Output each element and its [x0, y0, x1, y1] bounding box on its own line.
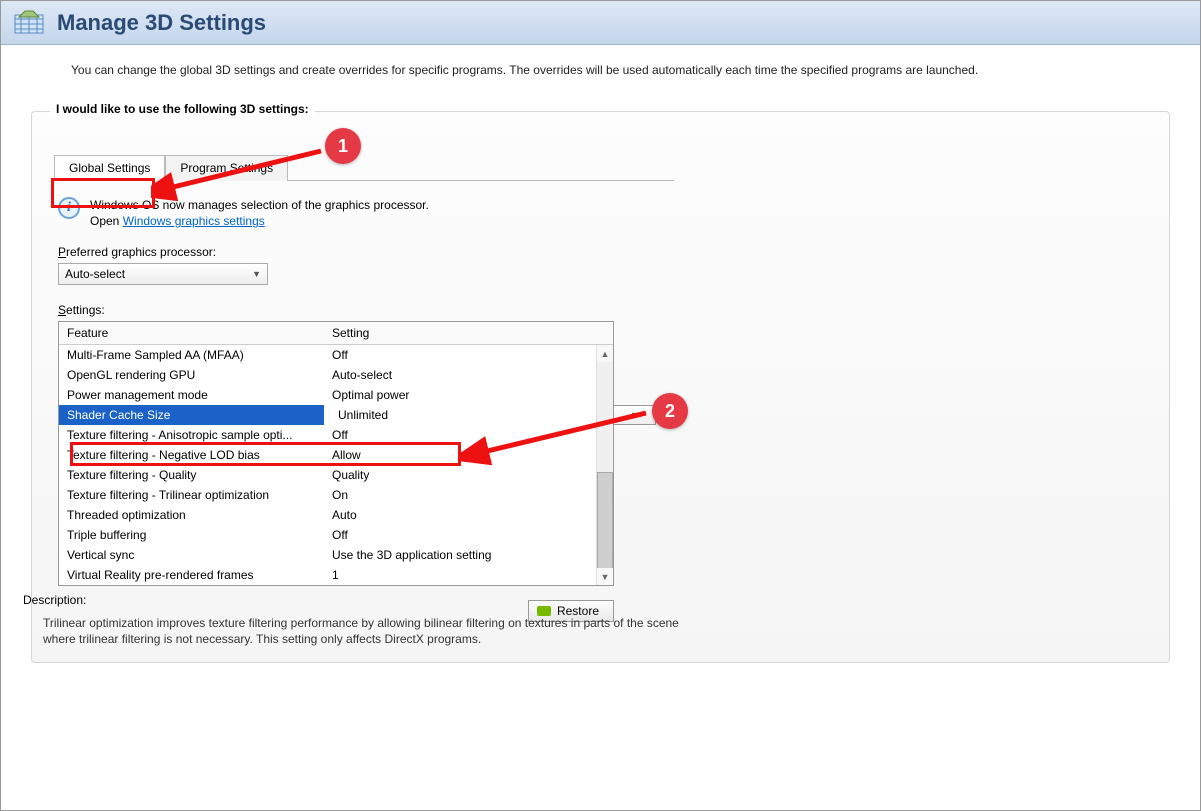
info-text: Windows OS now manages selection of the … — [90, 197, 429, 229]
tabpanel-global: i Windows OS now manages selection of th… — [54, 181, 674, 638]
feature-cell: Texture filtering - Quality — [59, 468, 324, 482]
feature-cell: Texture filtering - Trilinear optimizati… — [59, 488, 324, 502]
settings-row[interactable]: Texture filtering - Anisotropic sample o… — [59, 425, 613, 445]
tab-global-settings[interactable]: Global Settings — [54, 155, 165, 181]
scroll-thumb[interactable] — [597, 472, 613, 582]
feature-cell: Triple buffering — [59, 528, 324, 542]
chevron-down-icon: ▼ — [252, 269, 261, 279]
settings-row[interactable]: Triple bufferingOff — [59, 525, 613, 545]
annotation-badge-1: 1 — [325, 128, 361, 164]
settings-listbox[interactable]: Feature Setting Multi-Frame Sampled AA (… — [58, 321, 614, 586]
setting-cell[interactable]: 1 — [324, 568, 613, 582]
scroll-down-arrow-icon[interactable]: ▼ — [597, 568, 613, 585]
description-text: Trilinear optimization improves texture … — [23, 615, 703, 647]
feature-cell: Vertical sync — [59, 548, 324, 562]
info-line1: Windows OS now manages selection of the … — [90, 198, 429, 212]
setting-cell[interactable]: Unlimited — [324, 405, 613, 425]
tabs-bar: Global Settings Program Settings — [54, 154, 674, 181]
feature-cell: Texture filtering - Anisotropic sample o… — [59, 428, 324, 442]
setting-cell[interactable]: Use the 3D application setting — [324, 548, 613, 562]
settings-row[interactable]: Texture filtering - QualityQuality — [59, 465, 613, 485]
settings-row[interactable]: OpenGL rendering GPUAuto-select — [59, 365, 613, 385]
titlebar: Manage 3D Settings — [1, 1, 1200, 45]
settings-label: Settings: — [58, 303, 670, 317]
scrollbar[interactable]: ▲ ▼ — [596, 345, 613, 585]
settings-groupbox: I would like to use the following 3D set… — [31, 111, 1170, 663]
column-feature: Feature — [59, 322, 324, 344]
settings-row[interactable]: Power management modeOptimal power — [59, 385, 613, 405]
info-icon: i — [58, 197, 80, 219]
feature-cell: Texture filtering - Negative LOD bias — [59, 448, 324, 462]
settings-row[interactable]: Vertical syncUse the 3D application sett… — [59, 545, 613, 565]
content-area: You can change the global 3D settings an… — [1, 45, 1200, 663]
feature-cell: Power management mode — [59, 388, 324, 402]
settings-header: Feature Setting — [59, 322, 613, 345]
feature-cell: Multi-Frame Sampled AA (MFAA) — [59, 348, 324, 362]
setting-cell[interactable]: Auto — [324, 508, 613, 522]
app-logo-icon — [11, 5, 47, 41]
settings-row[interactable]: Texture filtering - Trilinear optimizati… — [59, 485, 613, 505]
settings-row[interactable]: Virtual Reality pre-rendered frames1 — [59, 565, 613, 585]
setting-cell[interactable]: Off — [324, 528, 613, 542]
setting-cell[interactable]: Optimal power — [324, 388, 613, 402]
setting-value-dropdown[interactable]: Unlimited — [332, 405, 605, 425]
windows-graphics-settings-link[interactable]: Windows graphics settings — [123, 214, 265, 228]
groupbox-legend: I would like to use the following 3D set… — [50, 102, 315, 116]
feature-cell: OpenGL rendering GPU — [59, 368, 324, 382]
description-title: Description: — [23, 593, 1178, 607]
setting-cell[interactable]: Off — [324, 348, 613, 362]
info-line2-prefix: Open — [90, 214, 123, 228]
preferred-processor-value: Auto-select — [65, 267, 125, 281]
setting-cell[interactable]: Quality — [324, 468, 613, 482]
page-title: Manage 3D Settings — [57, 10, 266, 36]
feature-cell: Virtual Reality pre-rendered frames — [59, 568, 324, 582]
preferred-processor-select[interactable]: Auto-select ▼ — [58, 263, 268, 285]
setting-cell[interactable]: Allow — [324, 448, 613, 462]
settings-row[interactable]: Threaded optimizationAuto — [59, 505, 613, 525]
settings-section: Settings: Feature Setting Multi-Frame Sa… — [58, 303, 670, 622]
tab-program-settings[interactable]: Program Settings — [165, 155, 288, 181]
column-setting: Setting — [324, 322, 613, 344]
setting-cell[interactable]: On — [324, 488, 613, 502]
description-block: Description: Trilinear optimization impr… — [23, 593, 1178, 647]
scroll-up-arrow-icon[interactable]: ▲ — [597, 345, 613, 362]
setting-value-dropdown-handle[interactable]: ▼ — [614, 405, 656, 425]
setting-cell[interactable]: Off — [324, 428, 613, 442]
intro-text: You can change the global 3D settings an… — [31, 57, 1170, 91]
feature-cell: Shader Cache Size — [59, 408, 324, 422]
manage-3d-settings-window: Manage 3D Settings You can change the gl… — [0, 0, 1201, 811]
settings-row[interactable]: Texture filtering - Negative LOD biasAll… — [59, 445, 613, 465]
settings-body: Multi-Frame Sampled AA (MFAA)OffOpenGL r… — [59, 345, 613, 585]
setting-cell[interactable]: Auto-select — [324, 368, 613, 382]
annotation-badge-2: 2 — [652, 393, 688, 429]
settings-row[interactable]: Shader Cache Size Unlimited — [59, 405, 613, 425]
info-row: i Windows OS now manages selection of th… — [58, 197, 670, 229]
settings-row[interactable]: Multi-Frame Sampled AA (MFAA)Off — [59, 345, 613, 365]
feature-cell: Threaded optimization — [59, 508, 324, 522]
preferred-processor-label: Preferred graphics processor: — [58, 245, 670, 259]
